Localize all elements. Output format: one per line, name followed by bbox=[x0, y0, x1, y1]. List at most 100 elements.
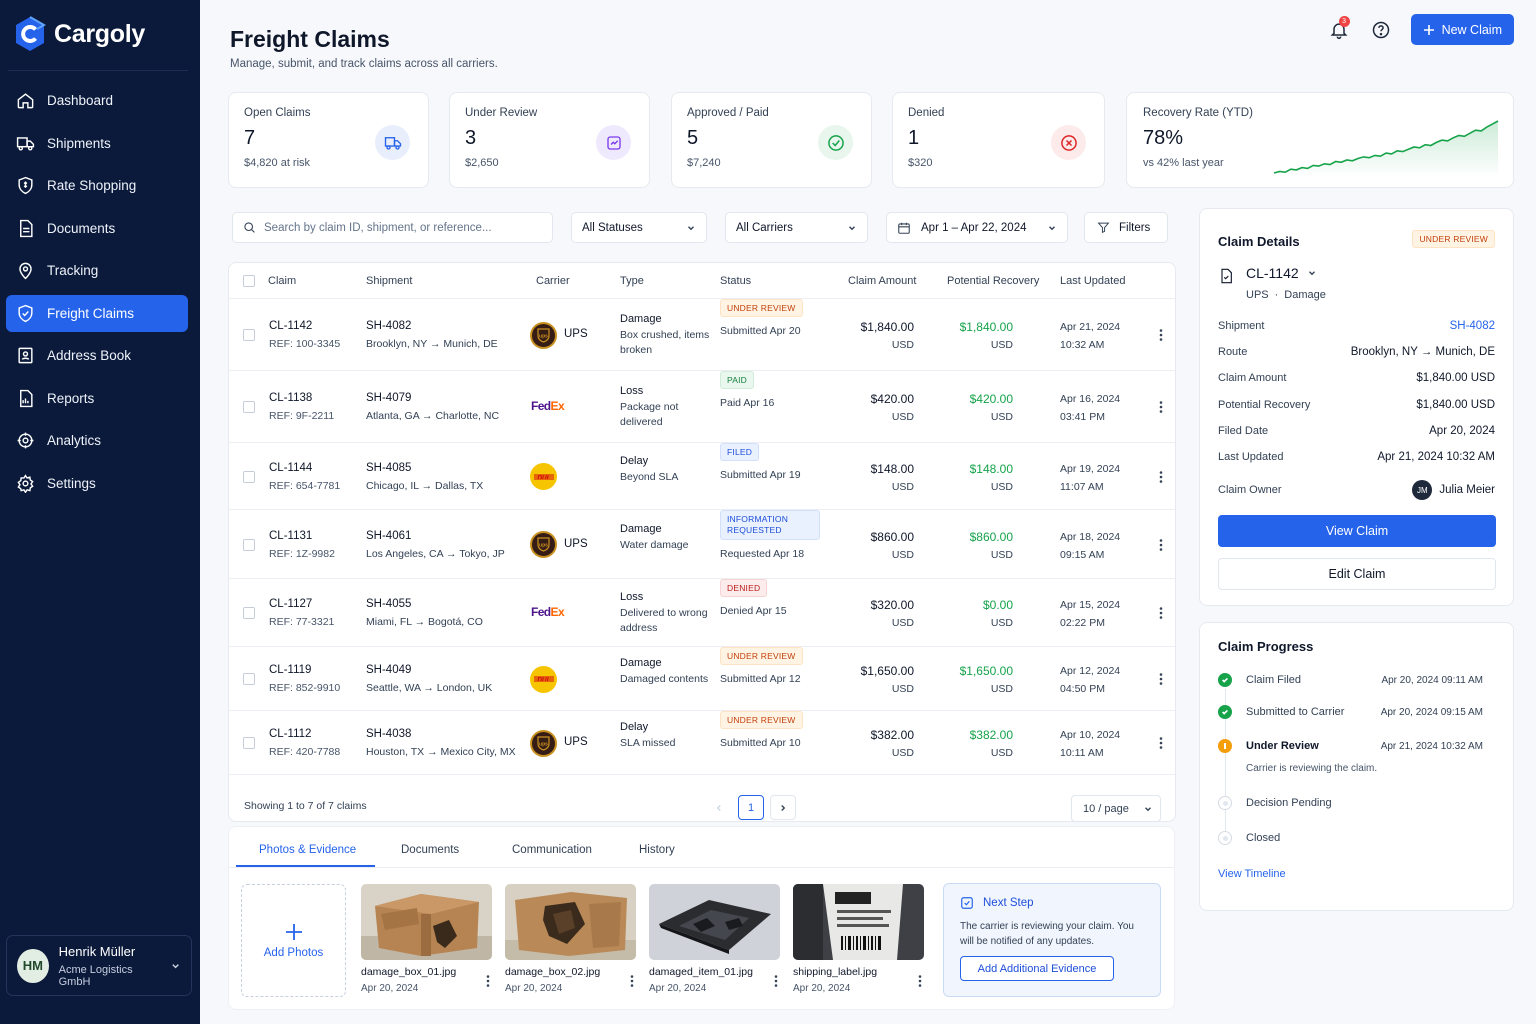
tab-documents[interactable]: Documents bbox=[401, 844, 459, 856]
more-options-icon[interactable] bbox=[918, 975, 922, 987]
table-row[interactable]: CL-1144 REF: 654-7781 SH-4085 Chicago, IL →… bbox=[229, 443, 1175, 510]
table-row[interactable]: CL-1138 REF: 9F-2211 SH-4079 Atlanta, GA → … bbox=[229, 371, 1175, 443]
stat-card-approved-paid[interactable]: Approved / Paid 5 $7,240 bbox=[671, 92, 872, 188]
row-actions-icon[interactable] bbox=[1159, 607, 1163, 619]
row-checkbox[interactable] bbox=[243, 737, 255, 749]
column-header-carrier[interactable]: Carrier bbox=[536, 275, 570, 287]
sidebar-item-tracking[interactable]: Tracking bbox=[6, 252, 188, 289]
sidebar-item-settings[interactable]: Settings bbox=[6, 465, 188, 502]
column-header-type[interactable]: Type bbox=[620, 275, 644, 287]
user-menu[interactable]: HM Henrik Müller Acme Logistics GmbH bbox=[6, 935, 192, 996]
column-header-claim[interactable]: Claim bbox=[268, 275, 296, 287]
recovery-cell: $1,650.00 USD bbox=[933, 664, 1013, 695]
new-claim-button[interactable]: New Claim bbox=[1410, 14, 1514, 45]
shipment-id[interactable]: SH-4085 bbox=[366, 462, 483, 474]
sidebar-item-shipments[interactable]: Shipments bbox=[6, 125, 188, 162]
claim-id[interactable]: CL-1131 bbox=[269, 530, 335, 542]
row-actions-icon[interactable] bbox=[1159, 401, 1163, 413]
row-checkbox[interactable] bbox=[243, 401, 255, 413]
photo-thumbnail[interactable]: damaged_item_01.jpg Apr 20, 2024 bbox=[649, 884, 780, 994]
new-claim-label: New Claim bbox=[1441, 22, 1502, 37]
carrier-filter-select[interactable]: All Carriers bbox=[725, 212, 868, 243]
row-actions-icon[interactable] bbox=[1159, 470, 1163, 483]
sidebar-item-reports[interactable]: Reports bbox=[6, 380, 188, 417]
search-input[interactable]: Search by claim ID, shipment, or referen… bbox=[232, 212, 553, 243]
claim-id[interactable]: CL-1127 bbox=[269, 598, 334, 610]
stat-card-under-review[interactable]: Under Review 3 $2,650 bbox=[449, 92, 650, 188]
sidebar-item-rate-shopping[interactable]: Rate Shopping bbox=[6, 167, 188, 204]
claim-id[interactable]: CL-1144 bbox=[269, 462, 340, 474]
stat-card-recovery-rate[interactable]: Recovery Rate (YTD) 78% vs 42% last year bbox=[1126, 92, 1514, 188]
shipment-id[interactable]: SH-4055 bbox=[366, 598, 483, 610]
claim-id[interactable]: CL-1142 bbox=[269, 320, 340, 332]
shipment-id[interactable]: SH-4038 bbox=[366, 728, 516, 740]
sidebar-item-dashboard[interactable]: Dashboard bbox=[6, 82, 188, 119]
shipment-id[interactable]: SH-4061 bbox=[366, 530, 505, 542]
table-row[interactable]: CL-1127 REF: 77-3321 SH-4055 Miami, FL → Bo… bbox=[229, 579, 1175, 647]
sidebar-item-documents[interactable]: Documents bbox=[6, 210, 188, 247]
row-actions-icon[interactable] bbox=[1159, 673, 1163, 685]
add-photos-button[interactable]: Add Photos bbox=[241, 884, 346, 997]
shipment-id[interactable]: SH-4082 bbox=[366, 320, 498, 332]
tab-history[interactable]: History bbox=[639, 844, 675, 856]
claim-id[interactable]: CL-1138 bbox=[269, 392, 334, 404]
more-options-icon[interactable] bbox=[774, 975, 778, 987]
table-row[interactable]: CL-1119 REF: 852-9910 SH-4049 Seattle, WA →… bbox=[229, 647, 1175, 711]
column-header-status[interactable]: Status bbox=[720, 275, 751, 287]
status-filter-select[interactable]: All Statuses bbox=[571, 212, 707, 243]
tab-communication[interactable]: Communication bbox=[512, 844, 592, 856]
row-checkbox[interactable] bbox=[243, 673, 255, 685]
select-all-checkbox[interactable] bbox=[243, 275, 255, 287]
table-row[interactable]: CL-1142 REF: 100-3345 SH-4082 Brooklyn, NY … bbox=[229, 299, 1175, 371]
photo-thumbnail[interactable]: damage_box_01.jpg Apr 20, 2024 bbox=[361, 884, 492, 994]
next-page-button[interactable] bbox=[770, 795, 796, 820]
view-timeline-link[interactable]: View Timeline bbox=[1218, 868, 1286, 880]
chevron-left-icon bbox=[716, 804, 721, 811]
filters-button[interactable]: Filters bbox=[1084, 212, 1168, 243]
row-actions-icon[interactable] bbox=[1159, 329, 1163, 341]
date-range-picker[interactable]: Apr 1 – Apr 22, 2024 bbox=[886, 212, 1068, 243]
svg-text:ups: ups bbox=[539, 333, 548, 339]
sidebar-item-freight-claims[interactable]: Freight Claims bbox=[6, 294, 188, 332]
help-button[interactable] bbox=[1369, 18, 1393, 42]
photo-thumbnail[interactable]: shipping_label.jpg Apr 20, 2024 bbox=[793, 884, 924, 994]
more-options-icon[interactable] bbox=[630, 975, 634, 987]
notifications-button[interactable]: 3 bbox=[1327, 15, 1351, 42]
column-header-claim-amount[interactable]: Claim Amount bbox=[848, 275, 916, 287]
edit-claim-button[interactable]: Edit Claim bbox=[1218, 558, 1496, 590]
claim-id-selector[interactable]: CL-1142 bbox=[1246, 265, 1317, 281]
page-size-select[interactable]: 10 / page bbox=[1071, 795, 1161, 822]
prev-page-button[interactable] bbox=[706, 795, 732, 820]
shipment-id[interactable]: SH-4079 bbox=[366, 392, 499, 404]
column-header-last-updated[interactable]: Last Updated bbox=[1060, 275, 1125, 287]
row-checkbox[interactable] bbox=[243, 329, 255, 341]
claim-id[interactable]: CL-1119 bbox=[269, 664, 340, 676]
row-checkbox[interactable] bbox=[243, 538, 255, 551]
row-actions-icon[interactable] bbox=[1159, 737, 1163, 749]
column-header-potential-recovery[interactable]: Potential Recovery bbox=[947, 275, 1039, 287]
sidebar-item-address-book[interactable]: Address Book bbox=[6, 337, 188, 374]
stat-card-open-claims[interactable]: Open Claims 7 $4,820 at risk bbox=[228, 92, 429, 188]
stat-card-denied[interactable]: Denied 1 $320 bbox=[892, 92, 1105, 188]
column-header-shipment[interactable]: Shipment bbox=[366, 275, 412, 287]
row-actions-icon[interactable] bbox=[1159, 538, 1163, 551]
add-additional-evidence-button[interactable]: Add Additional Evidence bbox=[960, 956, 1114, 981]
view-claim-button[interactable]: View Claim bbox=[1218, 515, 1496, 547]
type-cell: Damage Water damage bbox=[620, 523, 712, 553]
more-options-icon[interactable] bbox=[486, 975, 490, 987]
tab-photos-evidence[interactable]: Photos & Evidence bbox=[259, 844, 356, 856]
row-checkbox[interactable] bbox=[243, 607, 255, 619]
table-row[interactable]: CL-1131 REF: 1Z-9982 SH-4061 Los Angeles, C… bbox=[229, 510, 1175, 579]
page-button-current[interactable]: 1 bbox=[738, 795, 764, 820]
photo-thumbnail[interactable]: damage_box_02.jpg Apr 20, 2024 bbox=[505, 884, 636, 994]
sidebar-item-analytics[interactable]: Analytics bbox=[6, 422, 188, 459]
claim-id[interactable]: CL-1112 bbox=[269, 728, 340, 740]
shipment-id[interactable]: SH-4049 bbox=[366, 664, 492, 676]
next-step-title: Next Step bbox=[960, 896, 1144, 910]
brand[interactable]: Cargoly bbox=[14, 16, 145, 52]
shipment-link[interactable]: SH-4082 bbox=[1450, 320, 1495, 332]
claim-cell: CL-1144 REF: 654-7781 bbox=[269, 462, 340, 492]
shipment-route: Miami, FL → Bogotá, CO bbox=[366, 616, 483, 628]
row-checkbox[interactable] bbox=[243, 470, 255, 483]
table-row[interactable]: CL-1112 REF: 420-7788 SH-4038 Houston, TX →… bbox=[229, 711, 1175, 775]
